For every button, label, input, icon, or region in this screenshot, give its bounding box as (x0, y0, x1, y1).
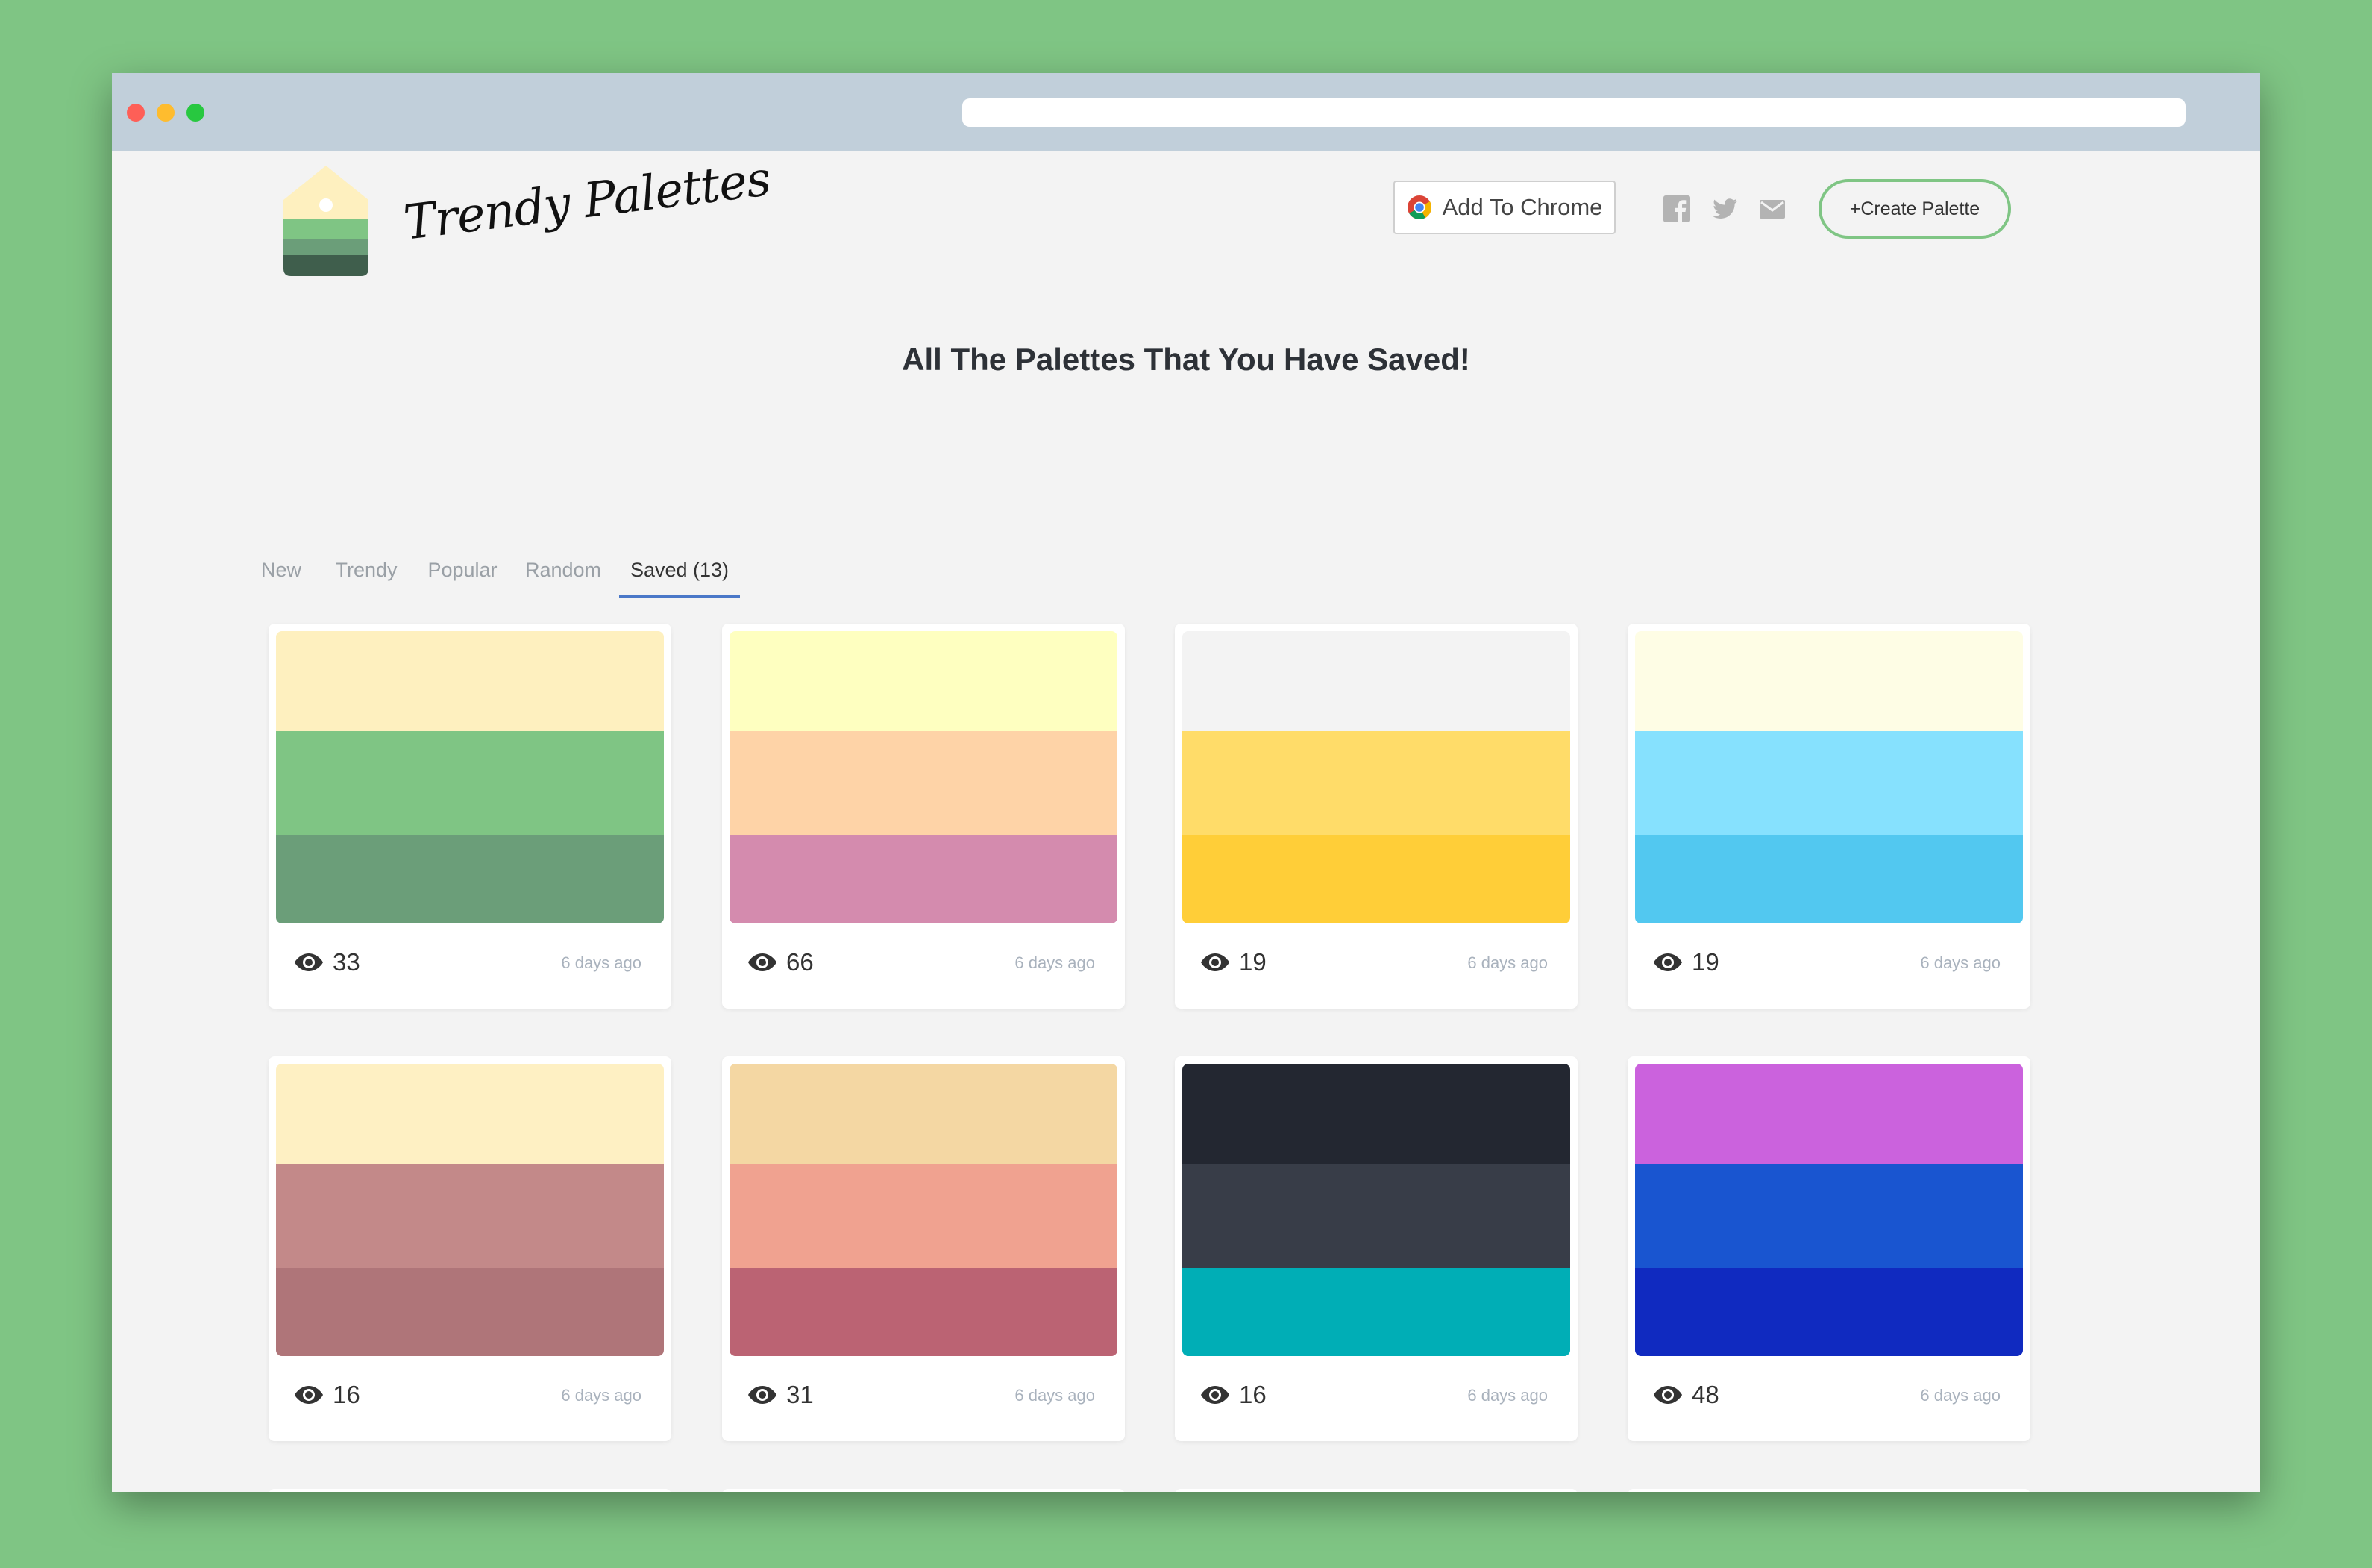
view-count: 16 (294, 1379, 360, 1411)
eye-icon (1201, 953, 1229, 971)
color-swatch[interactable] (276, 1164, 664, 1268)
color-swatch[interactable] (1182, 1164, 1570, 1268)
color-swatch[interactable] (730, 631, 1117, 731)
page-title: All The Palettes That You Have Saved! (902, 342, 1470, 377)
palette-swatches (276, 1064, 664, 1356)
view-count: 48 (1653, 1379, 1719, 1411)
view-count: 19 (1200, 946, 1267, 979)
palette-swatches (276, 631, 664, 923)
twitter-icon[interactable] (1710, 194, 1739, 224)
palette-card[interactable]: 48 6 days ago (1628, 1056, 2030, 1441)
eye-icon (748, 953, 776, 971)
color-swatch[interactable] (276, 631, 664, 731)
add-to-chrome-button[interactable]: Add To Chrome (1393, 181, 1616, 234)
eye-icon (1654, 1386, 1682, 1404)
palette-card-partial[interactable] (722, 1489, 1125, 1492)
eye-icon (748, 1386, 776, 1404)
eye-icon (295, 953, 323, 971)
tab-random[interactable]: Random (522, 546, 604, 598)
palette-swatches (1182, 631, 1570, 923)
browser-window: Trendy Palettes Add To Chrome +Create Pa… (112, 73, 2260, 1492)
palette-swatches (1635, 631, 2023, 923)
color-swatch[interactable] (276, 731, 664, 835)
view-count: 33 (294, 946, 360, 979)
palette-card[interactable]: 16 6 days ago (1175, 1056, 1578, 1441)
chrome-icon (1407, 195, 1431, 220)
view-count: 16 (1200, 1379, 1267, 1411)
color-swatch[interactable] (1182, 631, 1570, 731)
view-count-value: 48 (1692, 1381, 1719, 1408)
color-swatch[interactable] (730, 835, 1117, 923)
color-swatch[interactable] (730, 1164, 1117, 1268)
view-count: 19 (1653, 946, 1719, 979)
view-count-value: 31 (786, 1381, 814, 1408)
color-swatch[interactable] (1635, 731, 2023, 835)
logo-icon[interactable] (282, 166, 370, 276)
tab-new[interactable]: New (261, 546, 301, 598)
page-content: Trendy Palettes Add To Chrome +Create Pa… (112, 151, 2260, 1492)
palette-swatches (730, 631, 1117, 923)
palette-age: 6 days ago (1920, 953, 2001, 972)
color-swatch[interactable] (276, 1268, 664, 1356)
view-count-value: 33 (333, 948, 360, 976)
color-swatch[interactable] (1182, 1268, 1570, 1356)
palette-card[interactable]: 66 6 days ago (722, 624, 1125, 1009)
palette-card[interactable]: 19 6 days ago (1175, 624, 1578, 1009)
palette-age: 6 days ago (561, 1386, 641, 1405)
palette-card-partial[interactable] (269, 1489, 671, 1492)
maximize-window-button[interactable] (186, 104, 204, 122)
color-swatch[interactable] (1182, 1064, 1570, 1164)
eye-icon (1201, 1386, 1229, 1404)
palette-card-partial[interactable] (1175, 1489, 1578, 1492)
view-count-value: 66 (786, 948, 814, 976)
color-swatch[interactable] (1182, 835, 1570, 923)
close-window-button[interactable] (127, 104, 145, 122)
color-swatch[interactable] (276, 835, 664, 923)
palette-age: 6 days ago (1014, 1386, 1095, 1405)
palette-card[interactable]: 33 6 days ago (269, 624, 671, 1009)
create-palette-button[interactable]: +Create Palette (1819, 179, 2011, 239)
view-count: 66 (747, 946, 814, 979)
view-count-value: 16 (333, 1381, 360, 1408)
eye-icon (295, 1386, 323, 1404)
view-count-value: 16 (1239, 1381, 1267, 1408)
color-swatch[interactable] (1182, 731, 1570, 835)
eye-icon (1654, 953, 1682, 971)
view-count-value: 19 (1692, 948, 1719, 976)
tab-trendy[interactable]: Trendy (333, 546, 400, 598)
view-count: 31 (747, 1379, 814, 1411)
facebook-icon[interactable] (1662, 194, 1692, 224)
color-swatch[interactable] (1635, 631, 2023, 731)
palette-card[interactable]: 19 6 days ago (1628, 624, 2030, 1009)
color-swatch[interactable] (730, 731, 1117, 835)
palette-age: 6 days ago (561, 953, 641, 972)
color-swatch[interactable] (1635, 835, 2023, 923)
palette-card[interactable]: 16 6 days ago (269, 1056, 671, 1441)
view-count-value: 19 (1239, 948, 1267, 976)
palette-swatches (1182, 1064, 1570, 1356)
palette-card[interactable]: 31 6 days ago (722, 1056, 1125, 1441)
palette-card-partial[interactable] (1628, 1489, 2030, 1492)
minimize-window-button[interactable] (157, 104, 175, 122)
palette-age: 6 days ago (1467, 953, 1548, 972)
color-swatch[interactable] (730, 1268, 1117, 1356)
mail-icon[interactable] (1757, 194, 1787, 224)
brand-name[interactable]: Trendy Palettes (399, 148, 773, 269)
color-swatch[interactable] (730, 1064, 1117, 1164)
color-swatch[interactable] (1635, 1268, 2023, 1356)
palette-swatches (1635, 1064, 2023, 1356)
tab-saved[interactable]: Saved (13) (619, 546, 740, 598)
browser-titlebar (112, 73, 2260, 151)
color-swatch[interactable] (276, 1064, 664, 1164)
color-swatch[interactable] (1635, 1064, 2023, 1164)
palette-swatches (730, 1064, 1117, 1356)
palette-age: 6 days ago (1920, 1386, 2001, 1405)
tab-popular[interactable]: Popular (424, 546, 501, 598)
palette-age: 6 days ago (1467, 1386, 1548, 1405)
palette-age: 6 days ago (1014, 953, 1095, 972)
color-swatch[interactable] (1635, 1164, 2023, 1268)
add-to-chrome-label: Add To Chrome (1442, 194, 1603, 220)
address-bar[interactable] (962, 98, 2186, 127)
